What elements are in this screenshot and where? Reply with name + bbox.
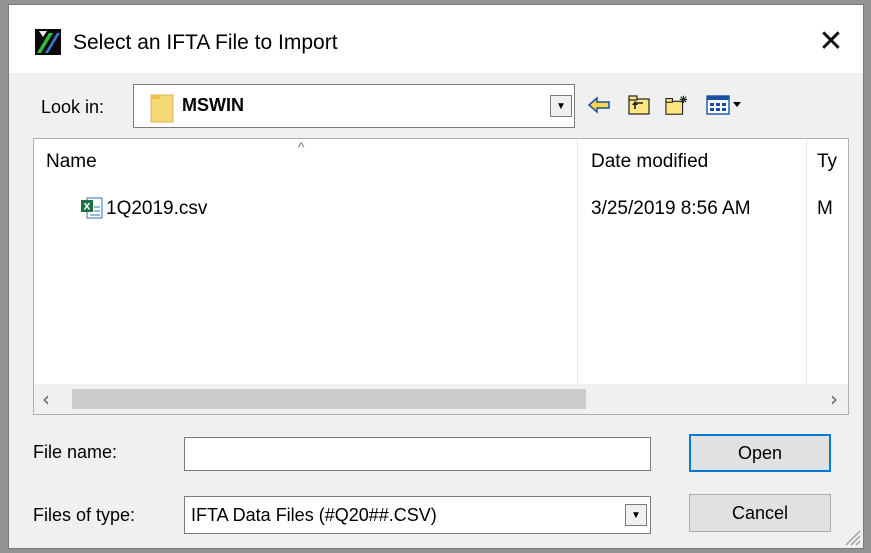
- file-name: 1Q2019.csv: [106, 198, 208, 219]
- folder-icon: [150, 94, 174, 123]
- file-name-label: File name:: [33, 442, 118, 462]
- cancel-button[interactable]: Cancel: [689, 494, 831, 532]
- chevron-down-icon: ▼: [631, 509, 641, 521]
- up-folder-button[interactable]: [627, 93, 651, 117]
- dialog-title: Select an IFTA File to Import: [73, 31, 338, 54]
- look-in-label: Look in:: [41, 97, 105, 117]
- close-icon: ✕: [818, 23, 844, 59]
- file-date-modified: 3/25/2019 8:56 AM: [591, 198, 751, 219]
- open-button[interactable]: Open: [689, 434, 831, 472]
- view-menu-icon: [706, 95, 741, 115]
- svg-text:X: X: [84, 203, 91, 213]
- look-in-value: MSWIN: [182, 95, 244, 115]
- look-in-dropdown-button[interactable]: ▼: [550, 95, 572, 117]
- scroll-left-icon[interactable]: ‹: [42, 387, 50, 411]
- column-divider: [806, 139, 807, 384]
- column-header-type[interactable]: Ty: [817, 151, 837, 173]
- back-button[interactable]: [587, 93, 611, 117]
- files-of-type-combobox[interactable]: IFTA Data Files (#Q20##.CSV) ▼: [184, 496, 651, 534]
- back-icon: [588, 96, 610, 114]
- view-menu-button[interactable]: [705, 93, 747, 117]
- file-list[interactable]: ^ Name Date modified Ty X 1Q2019.csv 3/2…: [33, 138, 849, 415]
- title-bar: Select an IFTA File to Import ✕: [9, 5, 863, 73]
- app-icon: [35, 29, 61, 55]
- files-of-type-value: IFTA Data Files (#Q20##.CSV): [191, 505, 437, 525]
- scroll-right-icon[interactable]: ›: [830, 387, 838, 411]
- excel-csv-file-icon: X: [81, 197, 103, 219]
- up-folder-icon: [628, 95, 650, 115]
- new-folder-icon: [665, 95, 688, 115]
- file-type: M: [817, 198, 833, 219]
- resize-grip-icon[interactable]: [841, 526, 861, 546]
- list-item[interactable]: X 1Q2019.csv 3/25/2019 8:56 AM M: [34, 197, 848, 227]
- column-header-name[interactable]: Name: [46, 151, 97, 173]
- chevron-down-icon: ▼: [556, 100, 566, 112]
- horizontal-scrollbar[interactable]: ‹ ›: [34, 384, 848, 414]
- open-file-dialog: Select an IFTA File to Import ✕ Look in:…: [8, 4, 864, 549]
- column-header-date-modified[interactable]: Date modified: [591, 151, 708, 173]
- sort-ascending-icon: ^: [298, 139, 305, 155]
- files-of-type-dropdown-button[interactable]: ▼: [625, 504, 647, 526]
- new-folder-button[interactable]: [665, 93, 689, 117]
- scrollbar-thumb[interactable]: [72, 389, 586, 409]
- files-of-type-label: Files of type:: [33, 505, 136, 525]
- file-name-input[interactable]: [184, 437, 651, 471]
- close-button[interactable]: ✕: [809, 21, 853, 61]
- column-divider: [577, 139, 578, 384]
- look-in-combobox[interactable]: MSWIN ▼: [133, 84, 575, 128]
